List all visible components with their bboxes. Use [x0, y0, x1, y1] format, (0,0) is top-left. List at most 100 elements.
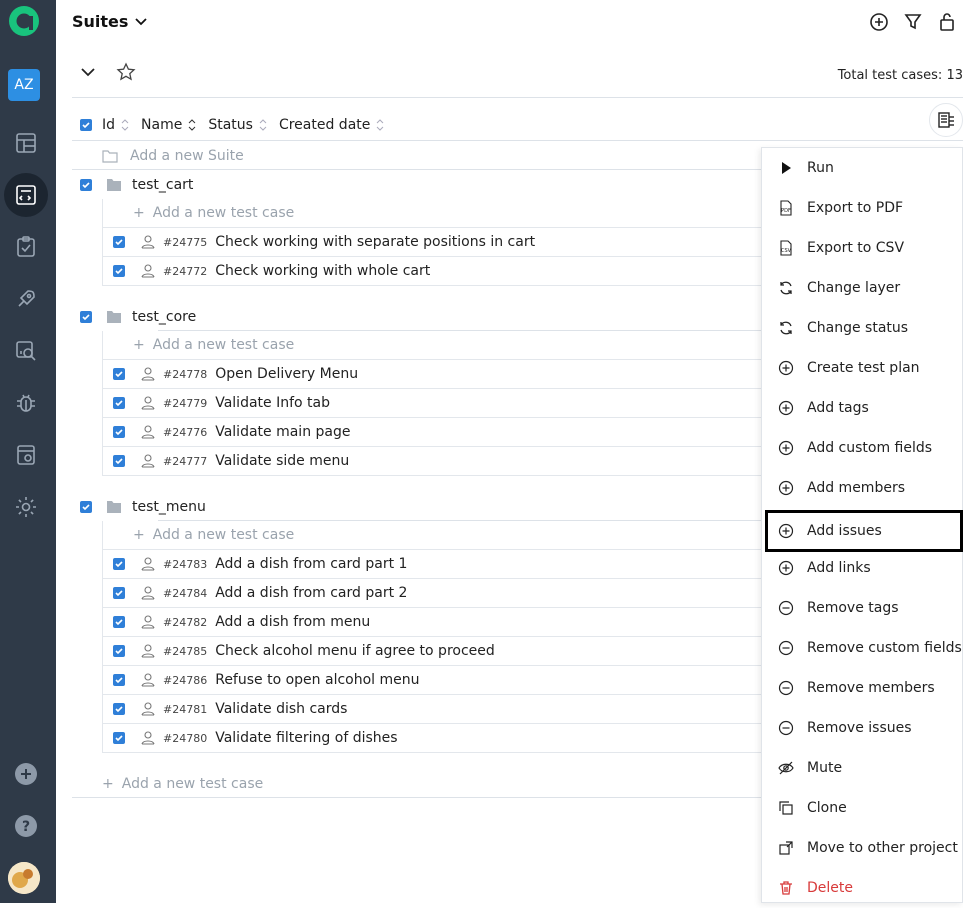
top-actions — [869, 10, 957, 32]
unlock-icon[interactable] — [937, 10, 957, 32]
menu-item-change-status[interactable]: Change status — [762, 308, 962, 348]
test-case-row[interactable]: #24785 Check alcohol menu if agree to pr… — [102, 637, 763, 666]
play-icon — [778, 160, 794, 176]
test-case-row[interactable]: #24776 Validate main page — [102, 418, 763, 447]
testomat-logo[interactable] — [8, 4, 40, 38]
test-case-row[interactable]: #24780 Validate filtering of dishes — [102, 724, 763, 753]
case-checkbox[interactable] — [113, 587, 125, 599]
column-created-date[interactable]: Created date — [279, 117, 384, 133]
menu-item-remove-custom-fields[interactable]: Remove custom fields — [762, 628, 962, 668]
sidebar-item-settings[interactable] — [4, 485, 48, 529]
menu-item-add-custom-fields[interactable]: Add custom fields — [762, 428, 962, 468]
workspace-avatar[interactable]: AZ — [8, 69, 40, 101]
menu-item-remove-tags[interactable]: Remove tags — [762, 588, 962, 628]
minus-circle-icon — [778, 680, 794, 696]
sidebar-help-button[interactable]: ? — [4, 804, 48, 848]
add-circle-icon[interactable] — [869, 10, 889, 32]
sidebar-item-analytics[interactable] — [4, 329, 48, 373]
suite-row-test_menu[interactable]: test_menu — [72, 492, 763, 521]
select-all-checkbox[interactable] — [80, 119, 92, 131]
refresh-icon — [778, 280, 794, 296]
menu-item-add-issues[interactable]: Add issues — [765, 510, 963, 552]
suite-checkbox[interactable] — [80, 311, 92, 323]
case-checkbox[interactable] — [113, 265, 125, 277]
collapse-chevron-icon[interactable] — [80, 66, 96, 78]
add-test-case-row[interactable]: +Add a new test case — [102, 331, 763, 360]
case-checkbox[interactable] — [113, 397, 125, 409]
add-test-case-row[interactable]: +Add a new test case — [102, 199, 763, 228]
columns-icon — [936, 110, 956, 130]
menu-item-remove-issues[interactable]: Remove issues — [762, 708, 962, 748]
sidebar-item-defects[interactable] — [4, 381, 48, 425]
sidebar-item-plans[interactable] — [4, 225, 48, 269]
test-case-row[interactable]: #24786 Refuse to open alcohol menu — [102, 666, 763, 695]
add-root-test-case-row[interactable]: +Add a new test case — [102, 769, 263, 798]
csv-icon: CSV — [778, 240, 794, 256]
add-suite-row[interactable]: Add a new Suite — [102, 141, 244, 170]
sidebar-item-runs[interactable] — [4, 277, 48, 321]
case-checkbox[interactable] — [113, 616, 125, 628]
case-checkbox[interactable] — [113, 368, 125, 380]
suite-row-test_core[interactable]: test_core — [72, 302, 763, 331]
test-case-row[interactable]: #24775 Check working with separate posit… — [102, 228, 763, 257]
menu-item-mute[interactable]: Mute — [762, 748, 962, 788]
plus-icon — [14, 762, 38, 786]
test-case-row[interactable]: #24779 Validate Info tab — [102, 389, 763, 418]
menu-item-add-members[interactable]: Add members — [762, 468, 962, 508]
test-case-row[interactable]: #24782 Add a dish from menu — [102, 608, 763, 637]
suite-row-test_cart[interactable]: test_cart — [72, 170, 763, 199]
menu-item-add-links[interactable]: Add links — [762, 548, 962, 588]
suite-checkbox[interactable] — [80, 501, 92, 513]
plus-circle-icon — [778, 360, 794, 376]
menu-item-export-pdf[interactable]: PDF Export to PDF — [762, 188, 962, 228]
suites-dropdown[interactable]: Suites — [72, 12, 148, 31]
menu-item-change-layer[interactable]: Change layer — [762, 268, 962, 308]
sidebar-add-button[interactable] — [4, 752, 48, 796]
menu-item-delete[interactable]: Delete — [762, 868, 962, 908]
minus-circle-icon — [778, 640, 794, 656]
manual-person-icon — [141, 702, 155, 716]
case-checkbox[interactable] — [113, 703, 125, 715]
filter-icon[interactable] — [903, 10, 923, 32]
manual-person-icon — [141, 644, 155, 658]
plus-circle-icon — [778, 560, 794, 576]
folder-outline-icon — [102, 149, 118, 163]
case-checkbox[interactable] — [113, 645, 125, 657]
star-icon[interactable] — [116, 62, 136, 82]
column-settings-button[interactable] — [929, 103, 963, 137]
user-avatar[interactable] — [8, 862, 40, 894]
test-case-row[interactable]: #24778 Open Delivery Menu — [102, 360, 763, 389]
menu-item-run[interactable]: Run — [762, 148, 962, 188]
sidebar-item-history[interactable] — [4, 433, 48, 477]
plus-circle-icon — [778, 523, 794, 539]
suite-checkbox[interactable] — [80, 179, 92, 191]
case-checkbox[interactable] — [113, 558, 125, 570]
menu-item-move-project[interactable]: Move to other project — [762, 828, 962, 868]
column-status[interactable]: Status — [208, 117, 267, 133]
test-case-row[interactable]: #24783 Add a dish from card part 1 — [102, 550, 763, 579]
manual-person-icon — [141, 586, 155, 600]
case-checkbox[interactable] — [113, 236, 125, 248]
add-test-case-row[interactable]: +Add a new test case — [102, 521, 763, 550]
menu-item-add-tags[interactable]: Add tags — [762, 388, 962, 428]
menu-item-export-csv[interactable]: CSV Export to CSV — [762, 228, 962, 268]
test-case-row[interactable]: #24777 Validate side menu — [102, 447, 763, 476]
column-id[interactable]: Id — [102, 117, 129, 133]
rocket-icon — [14, 287, 38, 311]
sidebar-item-dashboard[interactable] — [4, 121, 48, 165]
case-checkbox[interactable] — [113, 732, 125, 744]
manual-person-icon — [141, 673, 155, 687]
test-case-row[interactable]: #24784 Add a dish from card part 2 — [102, 579, 763, 608]
case-checkbox[interactable] — [113, 674, 125, 686]
case-checkbox[interactable] — [113, 426, 125, 438]
menu-item-clone[interactable]: Clone — [762, 788, 962, 828]
pdf-icon: PDF — [778, 200, 794, 216]
column-name[interactable]: Name — [141, 117, 196, 133]
case-checkbox[interactable] — [113, 455, 125, 467]
sidebar-item-suites[interactable] — [4, 173, 48, 217]
manual-person-icon — [141, 396, 155, 410]
menu-item-remove-members[interactable]: Remove members — [762, 668, 962, 708]
test-case-row[interactable]: #24781 Validate dish cards — [102, 695, 763, 724]
menu-item-create-test-plan[interactable]: Create test plan — [762, 348, 962, 388]
test-case-row[interactable]: #24772 Check working with whole cart — [102, 257, 763, 286]
